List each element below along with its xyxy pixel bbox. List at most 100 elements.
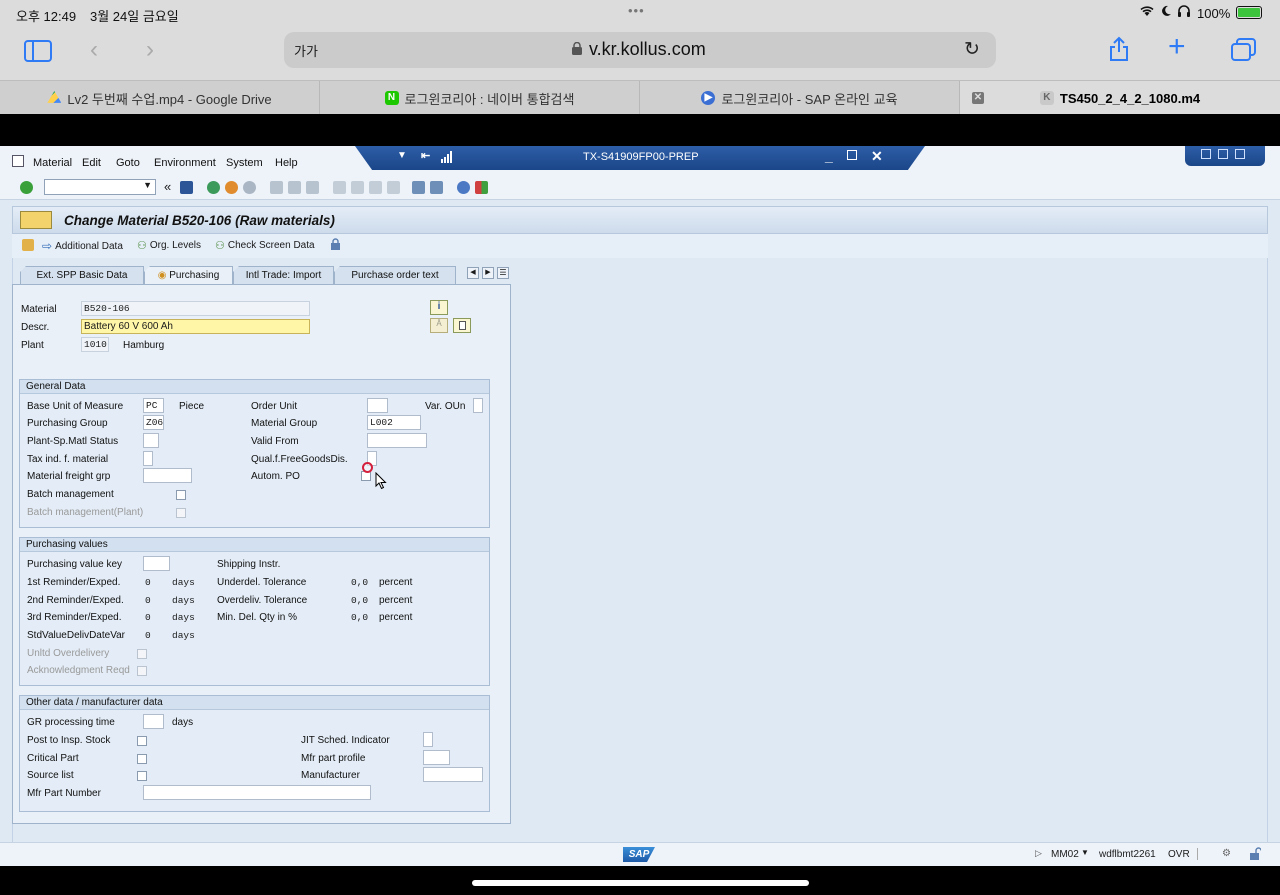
next-page-icon[interactable] (369, 181, 382, 194)
tabs-overview-icon[interactable] (1231, 38, 1257, 62)
help-icon[interactable] (457, 181, 470, 194)
gr-processing-field[interactable] (143, 714, 164, 729)
browser-tab-video[interactable]: ✕ K TS450_2_4_2_1080.m4 (960, 81, 1280, 115)
pin-icon[interactable]: ⇤ (421, 149, 430, 162)
minimize-icon[interactable]: _ (825, 148, 833, 164)
browser-tab-sap-edu[interactable]: ▶ 로그윈코리아 - SAP 온라인 교육 (640, 81, 960, 115)
status-expand-icon[interactable]: ▷ (1035, 848, 1042, 859)
chevron-down-icon[interactable]: ▼ (397, 150, 407, 161)
plant-field[interactable]: 1010 (81, 337, 109, 352)
save-icon[interactable] (180, 181, 193, 194)
reminder3-value[interactable]: 0 (145, 612, 151, 623)
close-tab-icon[interactable]: ✕ (972, 92, 984, 104)
material-group-field[interactable]: L002 (367, 415, 421, 430)
settings-icon[interactable]: ⚙ (1222, 848, 1231, 859)
customize-layout-icon[interactable] (475, 181, 488, 194)
info-icon[interactable]: i (430, 300, 448, 315)
share-icon[interactable] (1108, 36, 1130, 62)
find-next-icon[interactable] (306, 181, 319, 194)
close-icon[interactable]: ✕ (871, 148, 883, 165)
first-page-icon[interactable] (333, 181, 346, 194)
multitask-dots[interactable]: ••• (628, 3, 645, 18)
post-insp-stock-checkbox[interactable] (137, 736, 147, 746)
underdel-value[interactable]: 0,0 (351, 577, 368, 588)
cancel-icon[interactable] (243, 181, 256, 194)
order-unit-field[interactable] (367, 398, 388, 413)
back-icon[interactable] (207, 181, 220, 194)
shortcut-icon[interactable] (430, 181, 443, 194)
org-levels-button[interactable]: ⚇ Org. Levels (137, 239, 201, 252)
plant-status-field[interactable] (143, 433, 159, 448)
back-icon[interactable]: ‹ (90, 36, 98, 64)
forward-icon[interactable]: › (146, 36, 154, 64)
insert-mode[interactable]: OVR (1168, 849, 1190, 860)
tab-list-icon[interactable]: ☰ (497, 267, 509, 279)
sidebar-icon[interactable] (24, 40, 52, 62)
tab-scroll-right-icon[interactable]: ▶ (482, 267, 494, 279)
critical-part-checkbox[interactable] (137, 754, 147, 764)
menu-goto[interactable]: Goto (116, 157, 140, 169)
purchasing-group-field[interactable]: Z06 (143, 415, 164, 430)
collapse-icon[interactable]: « (164, 179, 171, 194)
browser-tab-drive[interactable]: Lv2 두번째 수업.mp4 - Google Drive (0, 81, 320, 115)
min-del-qty-value[interactable]: 0,0 (351, 612, 368, 623)
menu-environment[interactable]: Environment (154, 157, 216, 169)
chevron-down-icon[interactable]: ▼ (1081, 848, 1089, 857)
var-oun-field[interactable] (473, 398, 483, 413)
exit-icon[interactable] (225, 181, 238, 194)
manufacturer-field[interactable] (423, 767, 483, 782)
reminder2-value[interactable]: 0 (145, 595, 151, 606)
minimize-icon[interactable] (1201, 149, 1211, 159)
print-icon[interactable] (270, 181, 283, 194)
value-key-field[interactable] (143, 556, 170, 571)
browser-tab-naver[interactable]: N 로그윈코리아 : 네이버 통합검색 (320, 81, 640, 115)
previous-page-icon[interactable] (351, 181, 364, 194)
overdeliv-value[interactable]: 0,0 (351, 595, 368, 606)
mfr-profile-field[interactable] (423, 750, 450, 765)
command-field[interactable]: ▼ (44, 179, 156, 195)
url-text[interactable]: v.kr.kollus.com (589, 39, 706, 60)
additional-data-button[interactable]: ⇨ Additional Data (42, 239, 123, 253)
tax-ind-field[interactable] (143, 451, 153, 466)
menu-system[interactable]: System (226, 157, 263, 169)
tab-purchasing[interactable]: ◉ Purchasing (144, 266, 233, 284)
valid-from-field[interactable] (367, 433, 427, 448)
menu-edit[interactable]: Edit (82, 157, 101, 169)
document-icon[interactable] (453, 318, 471, 333)
description-field[interactable]: Battery 60 V 600 Ah (81, 319, 310, 334)
check-screen-data-button[interactable]: ⚇ Check Screen Data (215, 239, 315, 252)
new-tab-icon[interactable]: + (1168, 32, 1186, 62)
text-size-button[interactable]: 가가 (294, 41, 318, 60)
tab-intl-trade-import[interactable]: Intl Trade: Import (233, 266, 334, 284)
other-material-icon[interactable] (22, 239, 34, 251)
address-bar[interactable]: 가가 v.kr.kollus.com ↻ (284, 32, 996, 68)
menu-help[interactable]: Help (275, 157, 298, 169)
source-list-checkbox[interactable] (137, 771, 147, 781)
mfr-part-number-field[interactable] (143, 785, 371, 800)
batch-management-checkbox[interactable] (176, 490, 186, 500)
close-icon[interactable] (1235, 149, 1245, 159)
last-page-icon[interactable] (387, 181, 400, 194)
tab-purchase-order-text[interactable]: Purchase order text (334, 266, 456, 284)
tab-scroll-left-icon[interactable]: ◀ (467, 267, 479, 279)
material-field[interactable]: B520-106 (81, 301, 310, 316)
std-value[interactable]: 0 (145, 630, 151, 641)
find-icon[interactable] (288, 181, 301, 194)
restore-icon[interactable] (1218, 149, 1228, 159)
reminder1-value[interactable]: 0 (145, 577, 151, 588)
language-icon[interactable]: Ā (430, 318, 448, 333)
jit-sched-field[interactable] (423, 732, 433, 747)
unlock-icon[interactable] (1250, 847, 1262, 860)
reload-icon[interactable]: ↻ (964, 38, 980, 61)
chevron-down-icon[interactable]: ▼ (143, 180, 152, 190)
restore-icon[interactable] (847, 150, 857, 160)
menu-material[interactable]: Material (33, 157, 72, 169)
freight-group-field[interactable] (143, 468, 192, 483)
home-indicator[interactable] (472, 880, 809, 886)
tab-ext-spp-basic-data[interactable]: Ext. SPP Basic Data (20, 266, 144, 284)
new-session-icon[interactable] (412, 181, 425, 194)
lock-icon[interactable] (330, 238, 341, 251)
enter-check-icon[interactable] (20, 181, 33, 194)
base-uom-field[interactable]: PC (143, 398, 164, 413)
sap-menu-icon[interactable] (12, 155, 24, 167)
